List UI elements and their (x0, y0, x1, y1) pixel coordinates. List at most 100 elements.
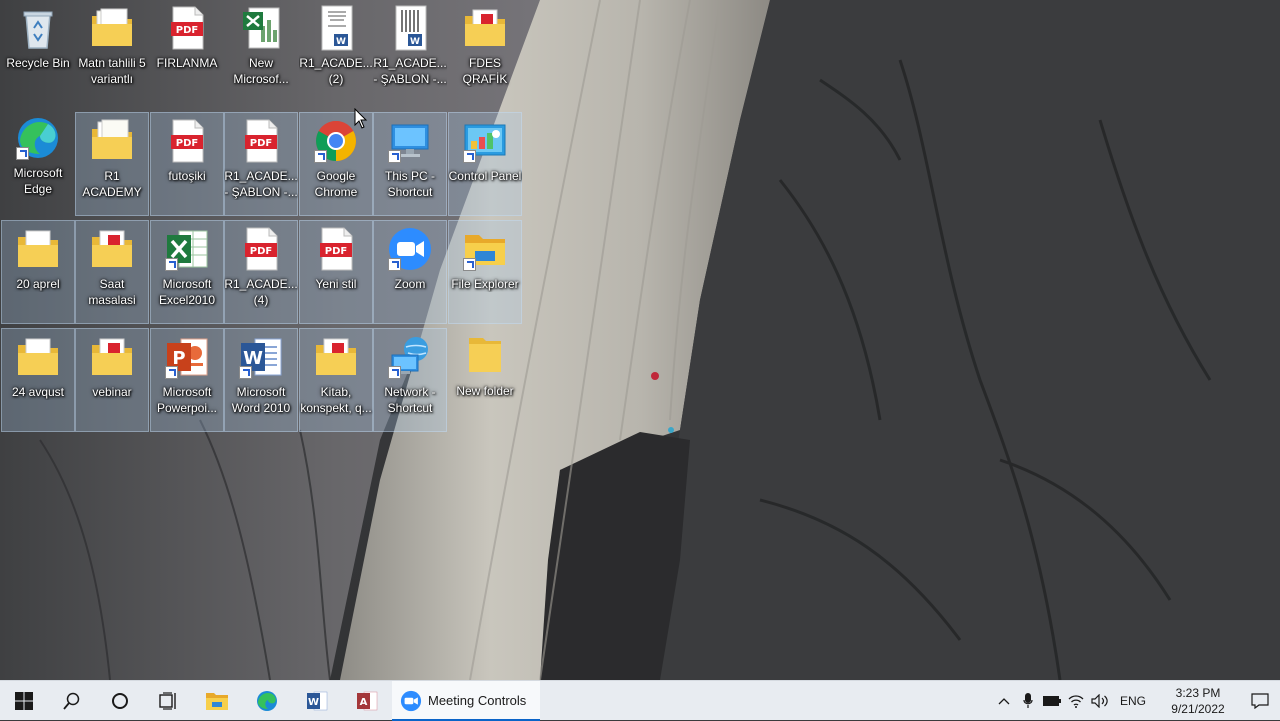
icon-label: 20 aprel (16, 277, 60, 291)
pdf-futosiki-icon-item[interactable]: PDF futoşiki (150, 112, 224, 216)
file-explorer-icon (461, 225, 509, 273)
powerpoint-icon: P (163, 333, 211, 381)
icon-label: Microsoft Word 2010 (231, 385, 291, 415)
taskbar-edge[interactable] (242, 681, 292, 721)
icon-label: Recycle Bin (6, 56, 70, 70)
microsoft-edge-desktop-icon[interactable]: Microsoft Edge (1, 110, 75, 214)
shortcut-arrow-icon (16, 147, 29, 160)
task-view-button[interactable] (144, 681, 192, 721)
excel-2010-desktop-icon[interactable]: Microsoft Excel2010 (150, 220, 224, 324)
icon-label: FDES QRAFİK (462, 56, 508, 86)
excel-file-icon (237, 4, 285, 52)
edge-icon (257, 690, 277, 711)
icon-label: FIRLANMA (156, 56, 218, 70)
icon-label: 24 avqust (11, 385, 65, 399)
mouse-pointer-icon (354, 107, 368, 130)
action-center-button[interactable] (1240, 681, 1280, 721)
icon-label: Control Panel (448, 169, 522, 183)
show-hidden-icons-button[interactable] (992, 681, 1016, 721)
powerpoint-desktop-icon[interactable]: P Microsoft Powerpoi... (150, 328, 224, 432)
recycle-bin-icon (14, 4, 62, 52)
zoom-icon (386, 225, 434, 273)
folder-20-aprel-icon-item[interactable]: 20 aprel (1, 220, 75, 324)
folder-icon (88, 4, 136, 52)
pdf-badge-text: PDF (250, 246, 272, 257)
edge-icon (14, 114, 62, 162)
svg-text:W: W (410, 37, 420, 47)
folder-r1-academy-icon-item[interactable]: R1 ACADEMY (75, 112, 149, 216)
wifi-icon (1068, 695, 1084, 708)
folder-24-avqust-icon-item[interactable]: 24 avqust (1, 328, 75, 432)
folder-icon (312, 333, 360, 381)
shortcut-arrow-icon (239, 366, 252, 379)
folder-vebinar-icon-item[interactable]: vebinar (75, 328, 149, 432)
computer-icon (386, 117, 434, 165)
shortcut-arrow-icon (463, 150, 476, 163)
icon-label: Yeni stil (315, 277, 357, 291)
folder-icon (88, 117, 136, 165)
pdf-file-icon: PDF (163, 4, 211, 52)
chevron-up-icon (998, 698, 1010, 705)
chrome-icon (312, 117, 360, 165)
icon-label: Google Chrome (314, 169, 358, 199)
pdf-badge-text: PDF (176, 25, 198, 36)
pdf-firlanma-icon-item[interactable]: PDF FIRLANMA (150, 0, 224, 104)
file-explorer-desktop-icon[interactable]: File Explorer (448, 220, 522, 324)
speaker-icon (1091, 694, 1108, 708)
folder-icon (461, 4, 509, 52)
icon-label: This PC - Shortcut (384, 169, 435, 199)
svg-text:W: W (336, 37, 346, 47)
this-pc-shortcut-icon-item[interactable]: This PC - Shortcut (373, 112, 447, 216)
input-language-indicator[interactable]: ENG (1112, 694, 1156, 708)
pdf-r1-academy-4-icon-item[interactable]: PDF R1_ACADE... (4) (224, 220, 298, 324)
folder-icon (14, 333, 62, 381)
excel-new-microsoft-icon-item[interactable]: New Microsof... (224, 0, 298, 104)
zoom-desktop-icon[interactable]: Zoom (373, 220, 447, 324)
folder-matn-tahlili-icon-item[interactable]: Matn tahlili 5 variantlı (75, 0, 149, 104)
clock[interactable]: 3:23 PM 9/21/2022 (1156, 685, 1240, 717)
battery-tray-button[interactable] (1040, 681, 1064, 721)
file-explorer-icon (206, 692, 228, 710)
folder-saat-masalasi-icon-item[interactable]: Saat masalasi (75, 220, 149, 324)
wifi-tray-button[interactable] (1064, 681, 1088, 721)
microphone-tray-button[interactable] (1016, 681, 1040, 721)
clock-time: 3:23 PM (1175, 686, 1221, 700)
recycle-bin-desktop-icon[interactable]: Recycle Bin (1, 0, 75, 104)
svg-text:A: A (360, 697, 368, 708)
icon-label: futoşiki (168, 169, 206, 183)
search-button[interactable] (48, 681, 96, 721)
volume-tray-button[interactable] (1088, 681, 1112, 721)
control-panel-desktop-icon[interactable]: Control Panel (448, 112, 522, 216)
search-icon (63, 692, 80, 710)
pdf-r1-academy-sablon-icon-item[interactable]: PDF R1_ACADE... - ŞABLON -... (224, 112, 298, 216)
folder-icon (14, 225, 62, 273)
taskbar-access[interactable]: A (342, 681, 392, 721)
icon-label: Microsoft Excel2010 (158, 277, 216, 307)
folder-kitab-konspekt-icon-item[interactable]: Kitab, konspekt, q... (299, 328, 373, 432)
taskbar-meeting-controls-window[interactable]: Meeting Controls (392, 680, 540, 721)
pdf-badge-text: PDF (176, 138, 198, 149)
shortcut-arrow-icon (388, 258, 401, 271)
word-2010-desktop-icon[interactable]: W Microsoft Word 2010 (224, 328, 298, 432)
access-app-icon: A (357, 691, 378, 710)
word-document-icon: W (312, 4, 360, 52)
cortana-button[interactable] (96, 681, 144, 721)
word-r1-academy-sablon-icon-item[interactable]: W R1_ACADE... - ŞABLON -... (373, 0, 447, 104)
new-folder-icon-item[interactable]: New folder (448, 328, 522, 432)
shortcut-arrow-icon (165, 258, 178, 271)
folder-fdes-qrafik-icon-item[interactable]: FDES QRAFİK (448, 0, 522, 104)
shortcut-arrow-icon (388, 366, 401, 379)
pdf-yeni-stil-icon-item[interactable]: PDF Yeni stil (299, 220, 373, 324)
taskbar-file-explorer[interactable] (192, 681, 242, 721)
taskbar-word[interactable]: W (292, 681, 342, 721)
pdf-file-icon: PDF (163, 117, 211, 165)
start-button[interactable] (0, 681, 48, 721)
folder-icon (88, 333, 136, 381)
network-shortcut-icon-item[interactable]: Network - Shortcut (373, 328, 447, 432)
shortcut-arrow-icon (463, 258, 476, 271)
excel-app-icon (163, 225, 211, 273)
word-r1-academy-2-icon-item[interactable]: W R1_ACADE... (2) (299, 0, 373, 104)
notification-icon (1251, 693, 1269, 709)
icon-label: Zoom (394, 277, 426, 291)
word-app-icon: W (307, 691, 328, 710)
